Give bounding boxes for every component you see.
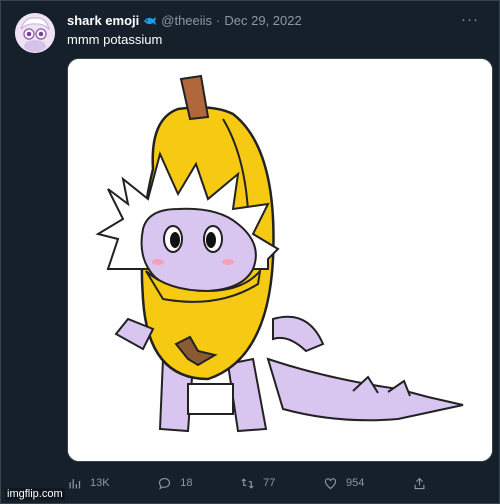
views-count: 13K — [90, 477, 110, 489]
reply-icon — [159, 477, 171, 490]
imgflip-watermark: imgflip.com — [5, 488, 65, 500]
like-button[interactable]: 954 — [323, 475, 364, 491]
views-button[interactable]: 13K — [67, 475, 110, 491]
retweet-button[interactable]: 77 — [240, 475, 275, 491]
retweet-icon — [241, 477, 254, 489]
avatar[interactable] — [15, 13, 55, 53]
retweet-count: 77 — [263, 477, 276, 489]
tweet-image[interactable] — [67, 58, 493, 462]
tweet-text: mmm potassium — [67, 32, 163, 47]
reply-button[interactable]: 18 — [157, 475, 192, 491]
like-count: 954 — [346, 477, 365, 489]
tweet-date[interactable]: Dec 29, 2022 — [224, 13, 301, 28]
separator-dot: · — [216, 13, 221, 28]
handle[interactable]: @theeiis — [161, 13, 212, 28]
banana-creature-drawing — [68, 59, 492, 461]
reply-count: 18 — [180, 477, 193, 489]
share-button[interactable] — [412, 475, 427, 491]
tweet-header: shark emoji @theeiis · Dec 29, 2022 — [67, 13, 302, 28]
display-name[interactable]: shark emoji — [67, 13, 139, 28]
more-icon[interactable]: ··· — [461, 11, 479, 28]
blue-fish-icon — [143, 14, 157, 28]
tweet-card[interactable]: shark emoji @theeiis · Dec 29, 2022 ··· … — [0, 0, 500, 504]
like-icon — [324, 477, 337, 489]
views-icon — [69, 478, 81, 488]
share-icon — [414, 477, 425, 489]
avatar-image — [15, 13, 55, 53]
tweet-actions: 13K 18 77 954 — [67, 475, 427, 491]
